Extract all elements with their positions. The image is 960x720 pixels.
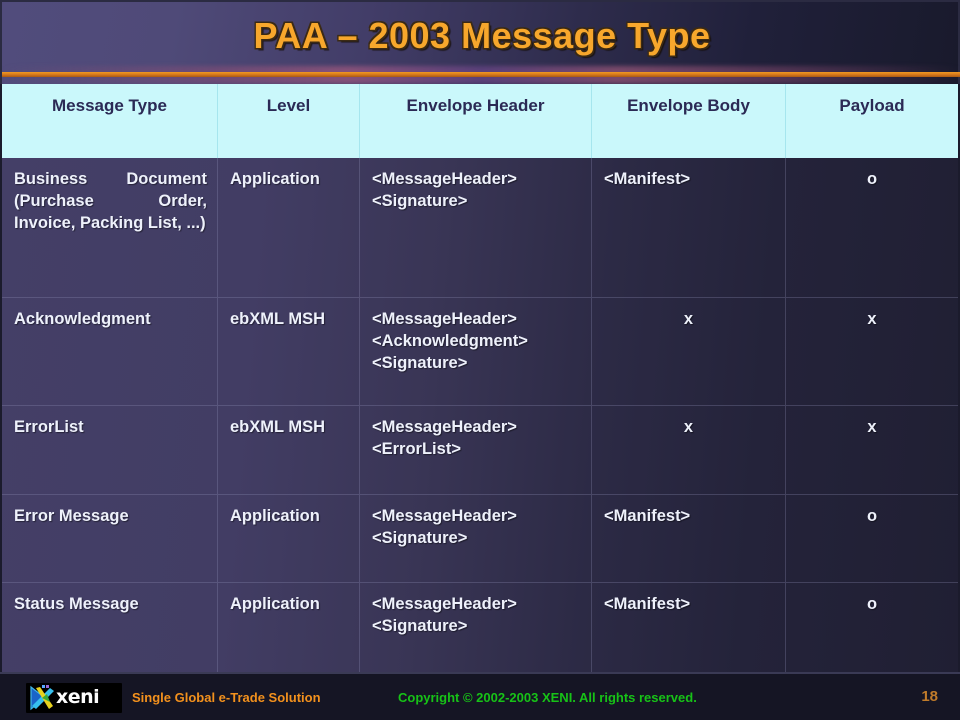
cell-message-type: Business Document (Purchase Order, Invoi…	[2, 158, 218, 297]
cell-envelope-header: <MessageHeader> <Acknowledgment> <Signatur…	[360, 298, 592, 405]
cell-level: Application	[218, 583, 360, 672]
column-header-payload: Payload	[786, 84, 958, 158]
table-row: Status Message Application <MessageHeade…	[2, 583, 958, 672]
title-underline-rule	[2, 72, 960, 77]
table-row: Error Message Application <MessageHeader…	[2, 495, 958, 583]
table-row: Acknowledgment ebXML MSH <MessageHeader>…	[2, 298, 958, 406]
cell-envelope-body: x	[592, 406, 786, 494]
slide-footer: xeni Single Global e-Trade Solution Copy…	[0, 672, 960, 720]
cell-level: ebXML MSH	[218, 406, 360, 494]
cell-envelope-body: <Manifest>	[592, 495, 786, 582]
table-body: Business Document (Purchase Order, Invoi…	[2, 158, 958, 672]
cell-message-type: ErrorList	[2, 406, 218, 494]
cell-envelope-header: <MessageHeader> <Signature>	[360, 495, 592, 582]
column-header-label: Level	[266, 96, 311, 115]
table-header-row: Message Type Level Envelope Header Envel…	[2, 84, 958, 158]
table-row: Business Document (Purchase Order, Invoi…	[2, 158, 958, 298]
footer-tagline: Single Global e-Trade Solution	[132, 690, 321, 705]
cell-envelope-body: <Manifest>	[592, 583, 786, 672]
cell-envelope-header: <MessageHeader> <Signature>	[360, 158, 592, 297]
column-header-label: Payload	[839, 96, 905, 115]
column-header-label: Message Type	[52, 96, 167, 115]
page-title: PAA – 2003 Message Type	[253, 15, 711, 56]
cell-message-type: Status Message	[2, 583, 218, 672]
cell-payload: x	[867, 310, 877, 328]
cell-message-type: Acknowledgment	[2, 298, 218, 405]
page-number: 18	[921, 688, 938, 705]
cell-level: Application	[218, 158, 360, 297]
footer-copyright: Copyright © 2002-2003 XENI. All rights r…	[398, 690, 697, 705]
message-type-table: Message Type Level Envelope Header Envel…	[2, 84, 958, 672]
column-header-label: Envelope Body	[627, 96, 750, 115]
xeni-wordmark: xeni	[56, 686, 100, 708]
cell-message-type: Error Message	[2, 495, 218, 582]
cell-envelope-body: x	[592, 298, 786, 405]
table-row: ErrorList ebXML MSH <MessageHeader> <Erro…	[2, 406, 958, 495]
cell-payload: x	[867, 418, 877, 436]
title-banner: PAA – 2003 Message Type	[0, 0, 960, 84]
cell-level: ebXML MSH	[218, 298, 360, 405]
xeni-x-mark-icon	[30, 685, 54, 711]
cell-envelope-header: <MessageHeader> <ErrorList>	[360, 406, 592, 494]
cell-envelope-body: <Manifest>	[592, 158, 786, 297]
slide-canvas: PAA – 2003 Message Type Message Type Lev…	[0, 0, 960, 720]
column-header-message-type: Message Type	[2, 84, 218, 158]
column-header-envelope-body: Envelope Body	[592, 84, 786, 158]
cell-payload: o	[866, 595, 878, 613]
cell-level: Application	[218, 495, 360, 582]
column-header-level: Level	[218, 84, 360, 158]
column-header-envelope-header: Envelope Header	[360, 84, 592, 158]
column-header-label: Envelope Header	[406, 96, 545, 115]
xeni-logo: xeni	[26, 683, 122, 713]
cell-payload: o	[866, 170, 878, 188]
cell-envelope-header: <MessageHeader> <Signature>	[360, 583, 592, 672]
cell-payload: o	[866, 507, 878, 525]
